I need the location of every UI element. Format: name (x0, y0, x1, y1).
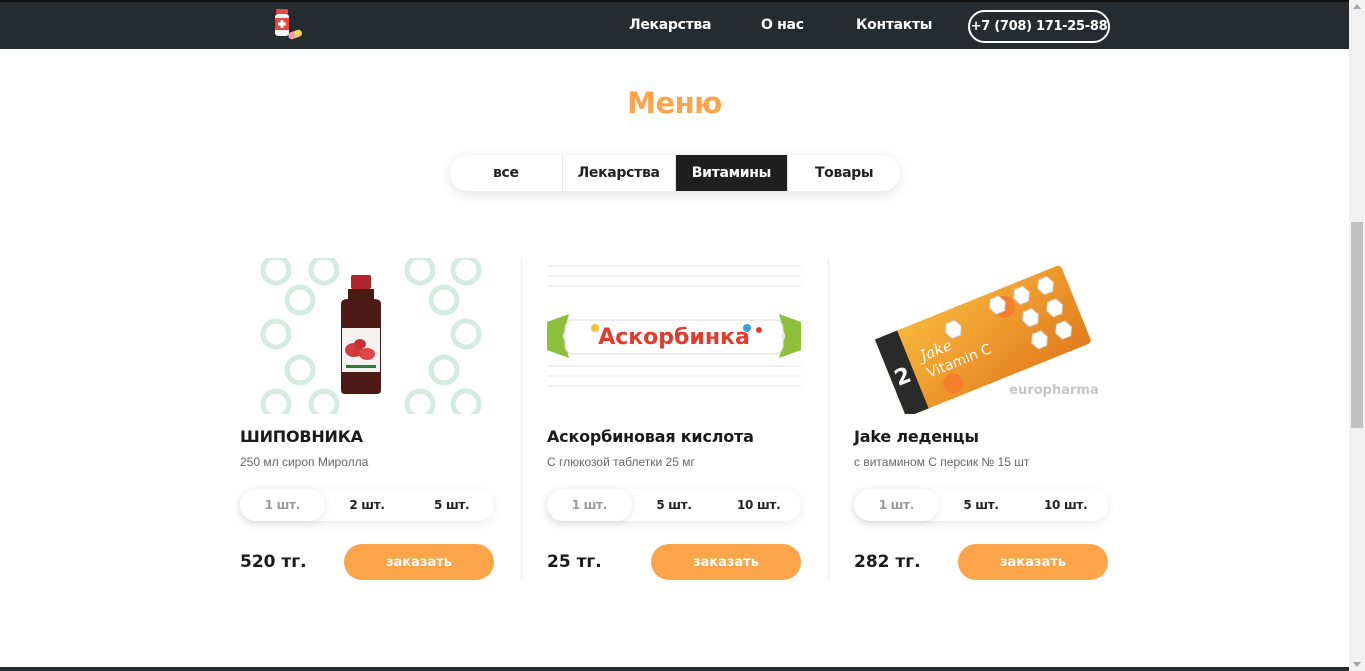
nav-link-medicines[interactable]: Лекарства (629, 17, 711, 33)
quantity-option[interactable]: 10 шт. (716, 489, 801, 521)
quantity-option[interactable]: 10 шт. (1023, 489, 1108, 521)
tab-medicines[interactable]: Лекарства (563, 155, 676, 191)
product-description: с витамином С персик № 15 шт (854, 455, 1030, 469)
pharmacy-logo-icon[interactable] (272, 8, 304, 42)
order-button[interactable]: заказать (651, 544, 801, 580)
nav-link-contacts[interactable]: Контакты (856, 17, 932, 33)
category-tabs: все Лекарства Витамины Товары (450, 155, 900, 191)
quantity-selector: 1 шт. 2 шт. 5 шт. (240, 489, 494, 521)
product-card: Аскорбинка Аскорбиновая кислота С глюкоз… (547, 258, 817, 580)
scroll-down-icon[interactable] (1353, 662, 1361, 667)
product-image-rosehip-syrup[interactable] (240, 254, 494, 420)
scrollbar-thumb[interactable] (1351, 222, 1363, 428)
card-divider (521, 258, 522, 580)
quantity-selector: 1 шт. 5 шт. 10 шт. (547, 489, 801, 521)
quantity-option[interactable]: 1 шт. (240, 489, 325, 521)
quantity-option[interactable]: 1 шт. (854, 489, 939, 521)
product-price: 282 тг. (854, 552, 921, 572)
quantity-option[interactable]: 5 шт. (632, 489, 717, 521)
card-divider (828, 258, 829, 580)
product-price: 25 тг. (547, 552, 602, 572)
order-button[interactable]: заказать (958, 544, 1108, 580)
product-image-ascorbic-acid[interactable]: Аскорбинка (547, 258, 801, 414)
quantity-option[interactable]: 5 шт. (939, 489, 1024, 521)
quantity-option[interactable]: 2 шт. (325, 489, 410, 521)
section-title: Меню (627, 86, 722, 120)
product-card: ШИПОВНИКА 250 мл сироп Миролла 1 шт. 2 ш… (240, 254, 510, 580)
product-description: 250 мл сироп Миролла (240, 455, 369, 469)
europharma-watermark: europharma (1009, 383, 1098, 398)
tab-vitamins[interactable]: Витамины (675, 155, 789, 191)
quantity-option[interactable]: 5 шт. (409, 489, 494, 521)
tab-goods[interactable]: Товары (788, 155, 900, 191)
product-description: С глюкозой таблетки 25 мг (547, 455, 695, 469)
product-price: 520 тг. (240, 552, 307, 572)
product-name: ШИПОВНИКА (240, 427, 363, 446)
page-scrollbar[interactable] (1349, 0, 1365, 671)
top-navbar: Лекарства О нас Контакты +7 (708) 171-25… (0, 0, 1349, 49)
tab-all[interactable]: все (450, 155, 563, 191)
product-card: 2 Jake Vitamin C europharma Jake леденцы… (854, 258, 1124, 580)
phone-button[interactable]: +7 (708) 171-25-88 (968, 10, 1110, 43)
quantity-selector: 1 шт. 5 шт. 10 шт. (854, 489, 1108, 521)
order-button[interactable]: заказать (344, 544, 494, 580)
product-name: Аскорбиновая кислота (547, 427, 754, 446)
product-image-jake-lozenges[interactable]: 2 Jake Vitamin C europharma (854, 258, 1108, 418)
product-name: Jake леденцы (854, 427, 979, 446)
scroll-up-icon[interactable] (1353, 4, 1361, 9)
quantity-option[interactable]: 1 шт. (547, 489, 632, 521)
askorbinka-label: Аскорбинка (598, 325, 750, 350)
bottom-edge (0, 667, 1349, 671)
nav-link-about[interactable]: О нас (761, 17, 804, 33)
